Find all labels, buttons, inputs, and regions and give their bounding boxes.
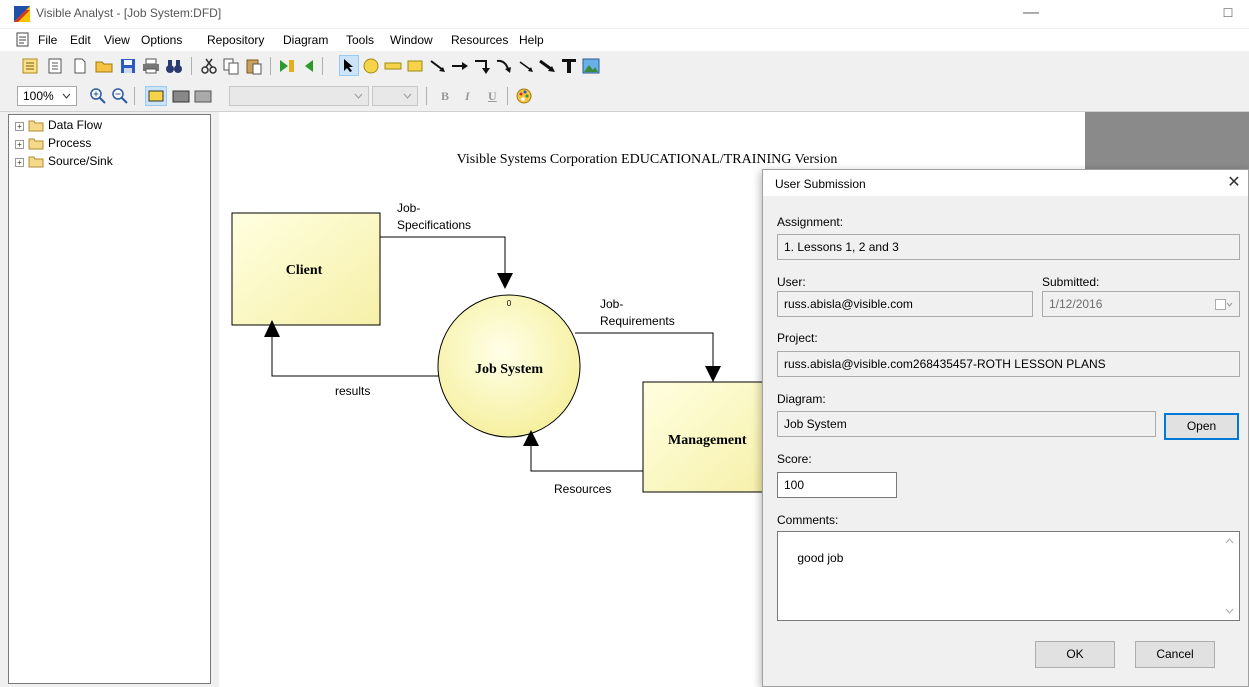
text-tool-icon[interactable] [560, 57, 578, 75]
play-forward-icon[interactable] [278, 57, 296, 75]
format-toolbar: 100% B I U [0, 81, 1249, 112]
menu-window[interactable]: Window [390, 33, 433, 47]
folder-icon [28, 120, 44, 132]
user-label: User: [777, 275, 806, 289]
diagram-label: Diagram: [777, 392, 826, 406]
color-palette-icon[interactable] [515, 87, 533, 105]
image-tool-icon[interactable] [582, 57, 600, 75]
project-label: Project: [777, 331, 818, 345]
elbow-arrow-icon[interactable] [473, 57, 491, 75]
menu-bar: File Edit View Options Repository Diagra… [0, 29, 1249, 51]
folder-icon [28, 138, 44, 150]
font-size-select[interactable] [372, 86, 418, 106]
chevron-down-icon [403, 93, 412, 99]
diagonal-line-arrow-icon[interactable] [517, 57, 535, 75]
right-arrow-icon[interactable] [451, 57, 469, 75]
document-icon[interactable] [16, 32, 29, 47]
menu-file[interactable]: File [38, 33, 57, 47]
submitted-label: Submitted: [1042, 275, 1100, 289]
menu-edit[interactable]: Edit [70, 33, 91, 47]
expand-icon[interactable]: + [15, 140, 24, 149]
menu-tools[interactable]: Tools [346, 33, 374, 47]
title-bar: Visible Analyst - [Job System:DFD] — ☐ [0, 0, 1249, 28]
italic-button[interactable]: I [465, 89, 470, 104]
scroll-up-icon[interactable] [1225, 538, 1234, 544]
zoom-out-icon[interactable] [111, 87, 129, 105]
dialog-title: User Submission [775, 177, 866, 191]
repository-tree: + Data Flow + Process + Source/Sink [8, 114, 211, 684]
fill-style-highlight[interactable] [145, 86, 167, 106]
open-diagram-button[interactable]: Open [1164, 413, 1239, 440]
process-circle-icon[interactable] [362, 57, 380, 75]
main-toolbar [0, 52, 1249, 80]
copy-icon[interactable] [222, 57, 240, 75]
zoom-in-icon[interactable] [89, 87, 107, 105]
tree-item-label: Data Flow [48, 118, 103, 132]
fill-color-icon [148, 90, 164, 102]
cut-icon[interactable] [200, 57, 218, 75]
comments-textarea[interactable]: good job [777, 531, 1240, 621]
maximize-button[interactable]: ☐ [1208, 2, 1248, 26]
font-select[interactable] [229, 86, 369, 106]
window-title: Visible Analyst - [Job System:DFD] [36, 6, 222, 20]
dialog-title-bar: User Submission ✕ [763, 170, 1248, 196]
diagram-field: Job System [777, 411, 1156, 437]
menu-diagram[interactable]: Diagram [283, 33, 328, 47]
play-back-icon[interactable] [299, 57, 317, 75]
bold-button[interactable]: B [441, 89, 449, 104]
fill-gray-icon[interactable] [172, 88, 190, 106]
user-submission-dialog: User Submission ✕ Assignment: 1. Lessons… [762, 169, 1249, 687]
open-folder-icon[interactable] [95, 57, 113, 75]
user-field: russ.abisla@visible.com [777, 291, 1033, 317]
pointer-icon [344, 59, 353, 72]
save-icon[interactable] [119, 57, 137, 75]
app-logo-icon [14, 6, 30, 22]
bold-diagonal-arrow-icon[interactable] [538, 57, 556, 75]
chevron-down-icon [62, 93, 71, 99]
menu-view[interactable]: View [104, 33, 130, 47]
fill-light-icon[interactable] [194, 88, 212, 106]
data-store-icon[interactable] [384, 57, 402, 75]
tree-item-label: Source/Sink [48, 154, 113, 168]
menu-help[interactable]: Help [519, 33, 544, 47]
expand-icon[interactable]: + [15, 158, 24, 167]
comments-value: good job [797, 551, 844, 565]
minimize-button[interactable]: — [1008, 2, 1054, 26]
assignment-field: 1. Lessons 1, 2 and 3 [777, 234, 1240, 260]
close-icon[interactable]: ✕ [1223, 173, 1245, 193]
cancel-button[interactable]: Cancel [1135, 641, 1215, 668]
submitted-date-value: 1/12/2016 [1049, 297, 1103, 311]
calendar-dropdown-icon [1215, 299, 1233, 310]
menu-resources[interactable]: Resources [451, 33, 508, 47]
assignment-label: Assignment: [777, 215, 844, 229]
find-binoculars-icon[interactable] [165, 57, 183, 75]
print-icon[interactable] [142, 57, 160, 75]
chevron-down-icon [354, 93, 363, 99]
score-input[interactable]: 100 [777, 472, 897, 498]
diagonal-arrow-icon[interactable] [429, 57, 447, 75]
folder-icon [28, 156, 44, 168]
curved-arrow-icon[interactable] [495, 57, 513, 75]
document-list-icon[interactable] [46, 57, 64, 75]
list-icon[interactable] [21, 57, 39, 75]
tree-item-label: Process [48, 136, 92, 150]
comments-label: Comments: [777, 513, 839, 527]
score-label: Score: [777, 452, 812, 466]
pointer-tool-highlight[interactable] [339, 55, 359, 76]
zoom-value: 100% [23, 89, 54, 103]
external-entity-icon[interactable] [406, 57, 424, 75]
expand-icon[interactable]: + [15, 122, 24, 131]
menu-repository[interactable]: Repository [207, 33, 264, 47]
new-document-icon[interactable] [71, 57, 89, 75]
zoom-select[interactable]: 100% [17, 86, 77, 106]
paste-icon[interactable] [245, 57, 263, 75]
scroll-down-icon[interactable] [1225, 608, 1234, 614]
project-field: russ.abisla@visible.com268435457-ROTH LE… [777, 351, 1240, 377]
ok-button[interactable]: OK [1035, 641, 1115, 668]
canvas-gray-area [1085, 112, 1249, 172]
submitted-date-picker[interactable]: 1/12/2016 [1042, 291, 1240, 317]
menu-options[interactable]: Options [141, 33, 182, 47]
underline-button[interactable]: U [488, 89, 497, 104]
